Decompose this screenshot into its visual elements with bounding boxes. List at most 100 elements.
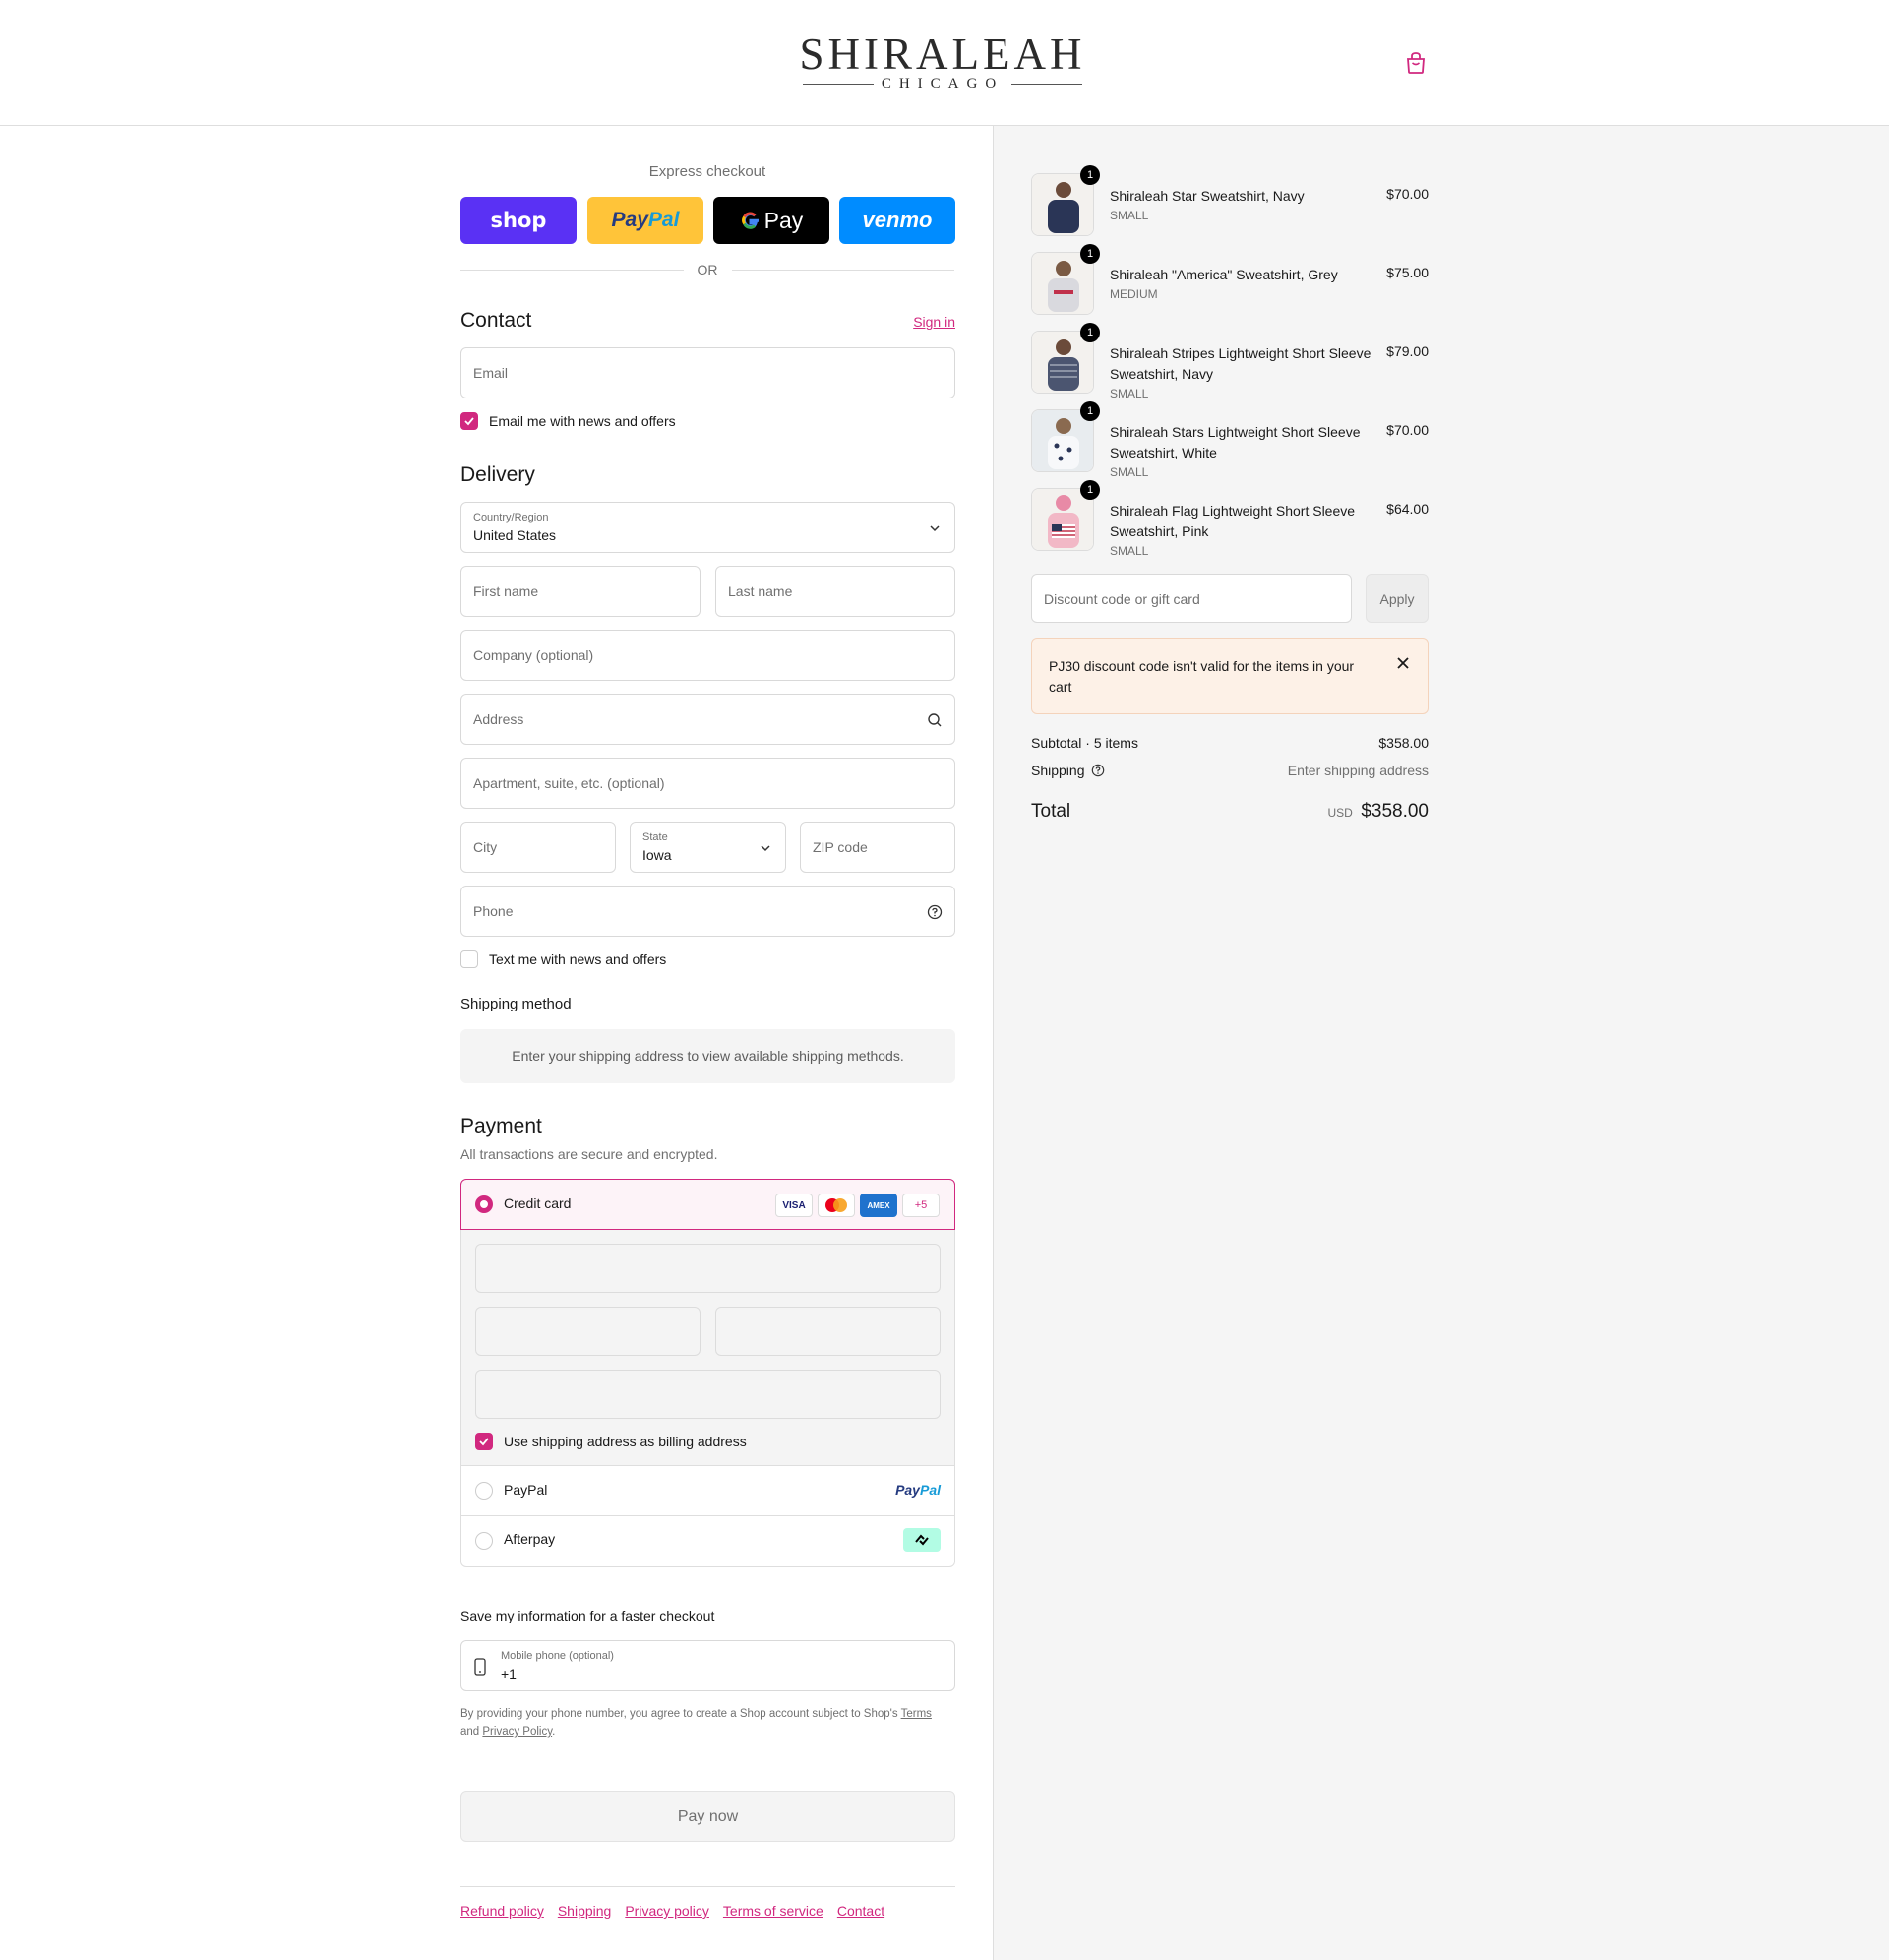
google-pay-button[interactable]: Pay (713, 197, 829, 244)
terms-of-service-link[interactable]: Terms of service (723, 1903, 823, 1919)
quantity-badge: 1 (1080, 244, 1100, 264)
logo-divider (1011, 84, 1083, 85)
delivery-heading: Delivery (460, 463, 535, 486)
product-title: Shiraleah Flag Lightweight Short Sleeve … (1110, 503, 1356, 539)
contact-heading: Contact (460, 309, 532, 332)
company-field[interactable]: Company (optional) (460, 630, 955, 681)
country-select[interactable]: Country/Region United States (460, 502, 955, 553)
product-title: Shiraleah Stripes Lightweight Short Slee… (1110, 345, 1371, 382)
paypal-express-button[interactable]: Pay Pal (587, 197, 703, 244)
pay-now-button[interactable]: Pay now (460, 1791, 955, 1842)
google-pay-text: Pay (763, 207, 804, 233)
privacy-policy-link[interactable]: Privacy policy (625, 1903, 709, 1919)
phone-placeholder: Phone (473, 903, 514, 919)
shopping-bag-icon[interactable] (1405, 51, 1427, 75)
divider-line (460, 269, 684, 271)
google-g-icon (741, 212, 759, 229)
apartment-placeholder: Apartment, suite, etc. (optional) (473, 775, 665, 791)
city-field[interactable]: City (460, 822, 616, 873)
text-news-checkbox[interactable] (460, 950, 478, 968)
address-field[interactable]: Address (460, 694, 955, 745)
phone-field[interactable]: Phone (460, 886, 955, 937)
paypal-logo-pay: Pay (895, 1482, 920, 1498)
card-name-field[interactable] (475, 1370, 941, 1419)
afterpay-radio[interactable] (475, 1532, 493, 1550)
country-label: Country/Region (473, 512, 549, 523)
product-price: $75.00 (1386, 265, 1429, 280)
discount-code-input[interactable]: Discount code or gift card (1031, 574, 1352, 623)
shipping-method-heading: Shipping method (460, 996, 572, 1012)
product-title: Shiraleah "America" Sweatshirt, Grey (1110, 267, 1338, 282)
apartment-field[interactable]: Apartment, suite, etc. (optional) (460, 758, 955, 809)
product-price: $79.00 (1386, 343, 1429, 359)
first-name-field[interactable]: First name (460, 566, 701, 617)
footer-divider (460, 1886, 955, 1887)
total-amount-group: USD $358.00 (1328, 801, 1429, 823)
close-icon[interactable] (1396, 656, 1410, 670)
last-name-field[interactable]: Last name (715, 566, 955, 617)
billing-same-checkbox[interactable] (475, 1433, 493, 1450)
company-placeholder: Company (optional) (473, 647, 594, 663)
product-name: Shiraleah Stars Lightweight Short Sleeve… (1110, 422, 1371, 481)
card-number-field[interactable] (475, 1244, 941, 1293)
shipping-link[interactable]: Shipping (558, 1903, 612, 1919)
visa-icon: VISA (775, 1194, 813, 1217)
help-circle-icon[interactable] (927, 904, 943, 920)
billing-same-checkbox-row[interactable]: Use shipping address as billing address (475, 1433, 747, 1450)
text-news-checkbox-row[interactable]: Text me with news and offers (460, 950, 666, 968)
product-price: $70.00 (1386, 186, 1429, 202)
apply-discount-button[interactable]: Apply (1366, 574, 1429, 623)
credit-card-radio[interactable] (475, 1195, 493, 1213)
product-variant: SMALL (1110, 465, 1149, 479)
zip-field[interactable]: ZIP code (800, 822, 955, 873)
email-news-checkbox-row[interactable]: Email me with news and offers (460, 412, 676, 430)
brand-logo[interactable]: SHIRALEAH CHICAGO (795, 31, 1090, 92)
mobile-phone-field[interactable]: Mobile phone (optional) +1 (460, 1640, 955, 1691)
state-label: State (642, 831, 668, 843)
credit-card-option[interactable]: Credit card VISA AMEX +5 (460, 1179, 955, 1230)
product-price: $70.00 (1386, 422, 1429, 438)
help-circle-icon[interactable] (1091, 764, 1105, 777)
venmo-logo: venmo (862, 208, 933, 232)
amex-text: AMEX (867, 1200, 890, 1210)
shop-pay-button[interactable]: shop (460, 197, 577, 244)
product-price: $64.00 (1386, 501, 1429, 517)
card-cvv-field[interactable] (715, 1307, 941, 1356)
afterpay-option[interactable]: Afterpay (461, 1516, 954, 1565)
email-news-checkbox[interactable] (460, 412, 478, 430)
zip-placeholder: ZIP code (813, 839, 868, 855)
discount-row: Discount code or gift card Apply (1031, 574, 1429, 625)
product-variant: SMALL (1110, 387, 1149, 400)
credit-card-label: Credit card (504, 1195, 572, 1211)
or-text: OR (697, 262, 718, 277)
card-expiry-field[interactable] (475, 1307, 701, 1356)
save-info-heading: Save my information for a faster checkou… (460, 1608, 715, 1623)
paypal-logo-icon: PayPal (895, 1482, 941, 1498)
paypal-radio[interactable] (475, 1482, 493, 1500)
subtotal-row: Subtotal · 5 items $358.00 (1031, 735, 1429, 751)
first-name-placeholder: First name (473, 583, 539, 599)
amex-icon: AMEX (860, 1194, 897, 1217)
contact-link[interactable]: Contact (837, 1903, 884, 1919)
total-value: $358.00 (1361, 801, 1429, 822)
discount-placeholder: Discount code or gift card (1044, 591, 1200, 607)
payment-heading: Payment (460, 1115, 542, 1137)
venmo-button[interactable]: venmo (839, 197, 955, 244)
refund-policy-link[interactable]: Refund policy (460, 1903, 544, 1919)
email-field[interactable]: Email (460, 347, 955, 398)
shop-legal-text: By providing your phone number, you agre… (460, 1705, 955, 1741)
mobile-phone-label: Mobile phone (optional) (501, 1650, 614, 1662)
paypal-option[interactable]: PayPal PayPal (461, 1466, 954, 1515)
sign-in-link[interactable]: Sign in (885, 314, 955, 330)
logo-main-text: SHIRALEAH (799, 30, 1086, 79)
city-placeholder: City (473, 839, 498, 855)
search-icon (928, 713, 942, 727)
shipping-value: Enter shipping address (1287, 763, 1429, 778)
state-select[interactable]: State Iowa (630, 822, 786, 873)
check-icon (479, 1438, 489, 1446)
paypal-logo-pal: Pal (919, 1482, 941, 1498)
shipping-label: Shipping (1031, 763, 1085, 778)
terms-link[interactable]: Terms (901, 1708, 932, 1720)
billing-same-label: Use shipping address as billing address (504, 1434, 747, 1449)
privacy-link[interactable]: Privacy Policy (482, 1726, 552, 1738)
